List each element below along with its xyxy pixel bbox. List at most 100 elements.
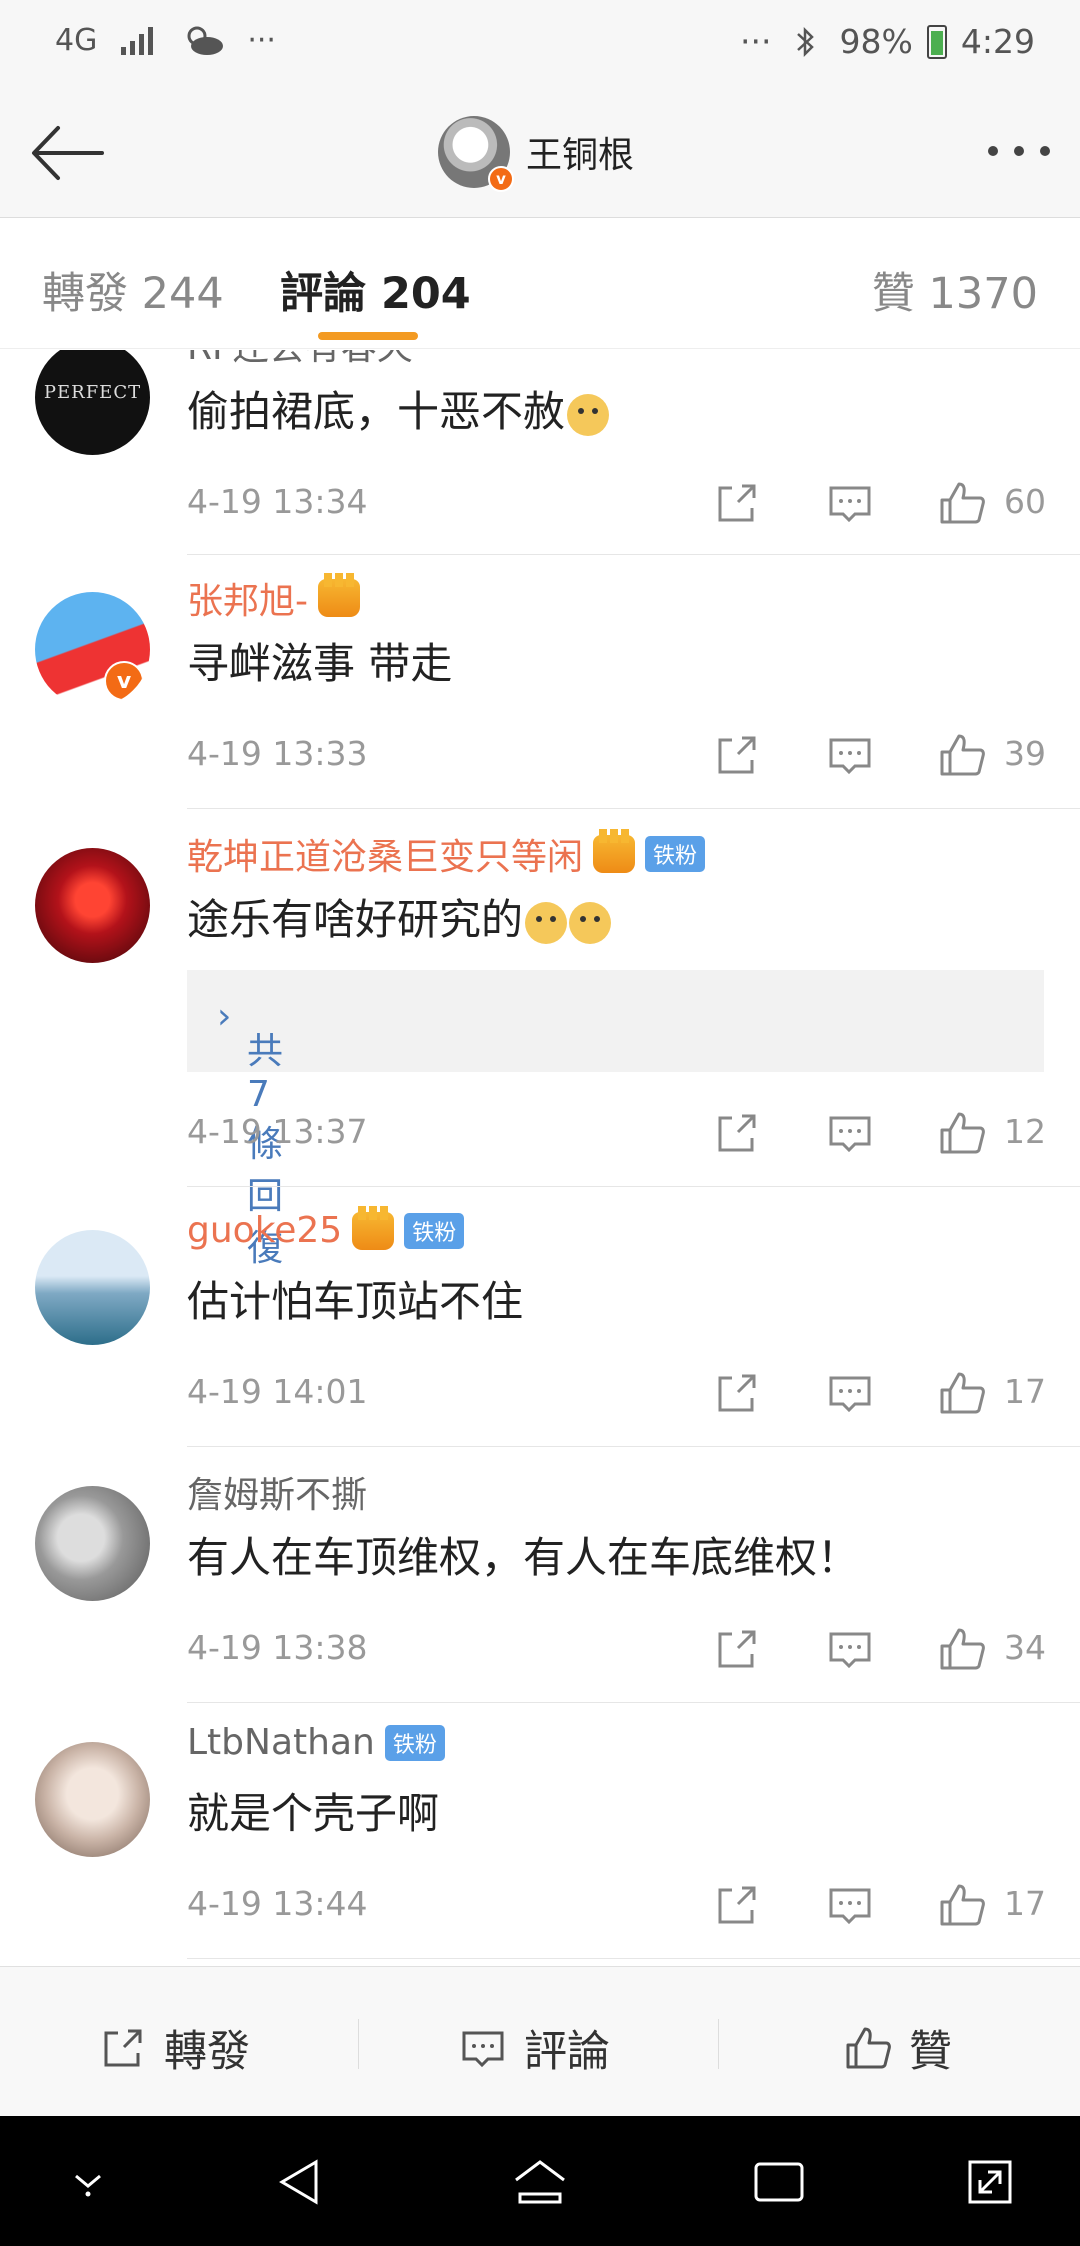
chevron-right-icon: › xyxy=(217,996,232,1037)
comment-time: 4-19 13:33 xyxy=(187,734,368,773)
comment-time: 4-19 13:44 xyxy=(187,1884,368,1923)
tab-likes[interactable]: 贊 1370 xyxy=(872,259,1038,321)
comment-meta: 4-19 14:01 17 xyxy=(187,1368,1046,1418)
comment-username[interactable]: 詹姆斯不撕 xyxy=(187,1466,367,1518)
battery-icon xyxy=(926,24,947,59)
bluetooth-icon xyxy=(796,26,814,57)
repost-icon[interactable] xyxy=(712,1368,762,1418)
like-count: 17 xyxy=(1004,1884,1046,1923)
divider xyxy=(187,808,1080,809)
comment-time: 4-19 13:37 xyxy=(187,1112,368,1151)
repost-icon[interactable] xyxy=(712,1880,762,1930)
comment-button[interactable]: 評論 xyxy=(458,2017,610,2079)
comment-meta: 4-19 13:33 39 xyxy=(187,730,1046,780)
nav-bar: v 王铜根 xyxy=(0,90,1080,218)
avatar[interactable] xyxy=(35,1742,150,1857)
divider xyxy=(187,1958,1080,1959)
divider xyxy=(187,1186,1080,1187)
doge-emoji-icon xyxy=(525,901,568,944)
verified-icon: v xyxy=(488,166,514,192)
vip-crown-icon xyxy=(593,829,636,873)
comment-text: 有人在车顶维权，有人在车底维权！ xyxy=(187,1533,860,1582)
like-count: 17 xyxy=(1004,1372,1046,1411)
like-icon xyxy=(846,2027,891,2069)
signal-icon xyxy=(121,27,154,55)
clock: 4:29 xyxy=(960,22,1035,61)
comment-username[interactable]: LtbNathan 铁粉 xyxy=(187,1722,445,1763)
repost-button[interactable]: 轉發 xyxy=(98,2017,250,2079)
repost-icon[interactable] xyxy=(712,1108,762,1158)
hide-nav-icon[interactable] xyxy=(62,2154,114,2206)
doge-emoji-icon xyxy=(569,901,612,944)
divider xyxy=(187,1702,1080,1703)
like-count: 12 xyxy=(1004,1112,1046,1151)
home-icon[interactable] xyxy=(510,2154,570,2210)
tab-comments[interactable]: 評論 204 xyxy=(280,259,471,321)
comment-username[interactable]: 乾坤正道沧桑巨变只等闲 铁粉 xyxy=(187,828,706,880)
expand-icon[interactable] xyxy=(962,2154,1018,2210)
comment-icon[interactable] xyxy=(825,1108,875,1158)
like-icon[interactable] xyxy=(937,730,987,780)
fan-badge: 铁粉 xyxy=(645,836,706,872)
repost-icon xyxy=(104,2029,142,2067)
more-options-icon[interactable] xyxy=(988,146,1050,156)
like-icon[interactable] xyxy=(937,1368,987,1418)
fan-badge: 铁粉 xyxy=(404,1212,465,1249)
vip-crown-icon xyxy=(352,1205,395,1250)
status-bar: 4G ··· ··· 98% 4:29 xyxy=(0,0,1080,90)
page-title: 王铜根 xyxy=(526,135,635,176)
divider xyxy=(187,1446,1080,1447)
like-icon[interactable] xyxy=(937,1624,987,1674)
avatar[interactable]: v xyxy=(35,592,150,707)
battery-percent: 98% xyxy=(839,22,913,61)
like-button[interactable]: 贊 xyxy=(843,2017,952,2079)
comment-time: 4-19 13:34 xyxy=(187,482,368,521)
comment-text: 寻衅滋事 带走 xyxy=(187,639,453,688)
system-navigation-bar xyxy=(0,2116,1080,2246)
like-icon[interactable] xyxy=(937,478,987,528)
active-tab-indicator xyxy=(318,332,418,340)
divider xyxy=(187,554,1080,555)
comment-username[interactable]: RF还会有春天 xyxy=(187,350,413,370)
recent-apps-icon[interactable] xyxy=(750,2154,808,2210)
comment-icon[interactable] xyxy=(825,1624,875,1674)
comment-text: 估计怕车顶站不住 xyxy=(187,1277,524,1326)
back-icon[interactable] xyxy=(272,2154,328,2210)
repost-icon[interactable] xyxy=(712,730,762,780)
like-count: 60 xyxy=(1004,482,1046,521)
profile-header[interactable]: v 王铜根 xyxy=(438,116,635,192)
repost-icon[interactable] xyxy=(712,478,762,528)
comment-text: 偷拍裙底，十恶不赦 xyxy=(187,378,610,439)
comment-icon xyxy=(462,2031,504,2068)
comment-meta: 4-19 13:38 34 xyxy=(187,1624,1046,1674)
comment-icon[interactable] xyxy=(825,1368,875,1418)
comment-username[interactable]: guoke25 铁粉 xyxy=(187,1205,465,1251)
comment-list[interactable]: PERFECT RF还会有春天 偷拍裙底，十恶不赦 4-19 13:34 60 … xyxy=(0,350,1080,1965)
like-count: 34 xyxy=(1004,1628,1046,1667)
like-icon[interactable] xyxy=(937,1880,987,1930)
comment-icon[interactable] xyxy=(825,730,875,780)
comment-meta: 4-19 13:34 60 xyxy=(187,478,1046,528)
divider xyxy=(718,2019,719,2069)
more-notifications-icon: ··· xyxy=(247,22,276,58)
back-arrow-icon[interactable] xyxy=(28,120,108,186)
avatar[interactable] xyxy=(35,1230,150,1345)
verified-icon: v xyxy=(104,661,144,701)
avatar[interactable] xyxy=(35,848,150,963)
comment-icon[interactable] xyxy=(825,478,875,528)
tab-reposts[interactable]: 轉發 244 xyxy=(42,259,224,321)
avatar-logo-text: PERFECT xyxy=(43,382,142,403)
doge-emoji-icon xyxy=(567,393,610,436)
vip-crown-icon xyxy=(318,573,360,617)
avatar[interactable] xyxy=(35,1486,150,1601)
comment-username[interactable]: 张邦旭- xyxy=(187,572,360,624)
view-replies-button[interactable]: 共7條回復 › xyxy=(187,970,1044,1269)
repost-icon[interactable] xyxy=(712,1624,762,1674)
avatar[interactable]: v xyxy=(438,116,514,192)
like-icon[interactable] xyxy=(937,1108,987,1158)
like-count: 39 xyxy=(1004,734,1046,773)
comment-time: 4-19 14:01 xyxy=(187,1372,368,1411)
comment-icon[interactable] xyxy=(825,1880,875,1930)
avatar[interactable]: PERFECT xyxy=(35,350,150,455)
comment-meta: 4-19 13:44 17 xyxy=(187,1880,1046,1930)
